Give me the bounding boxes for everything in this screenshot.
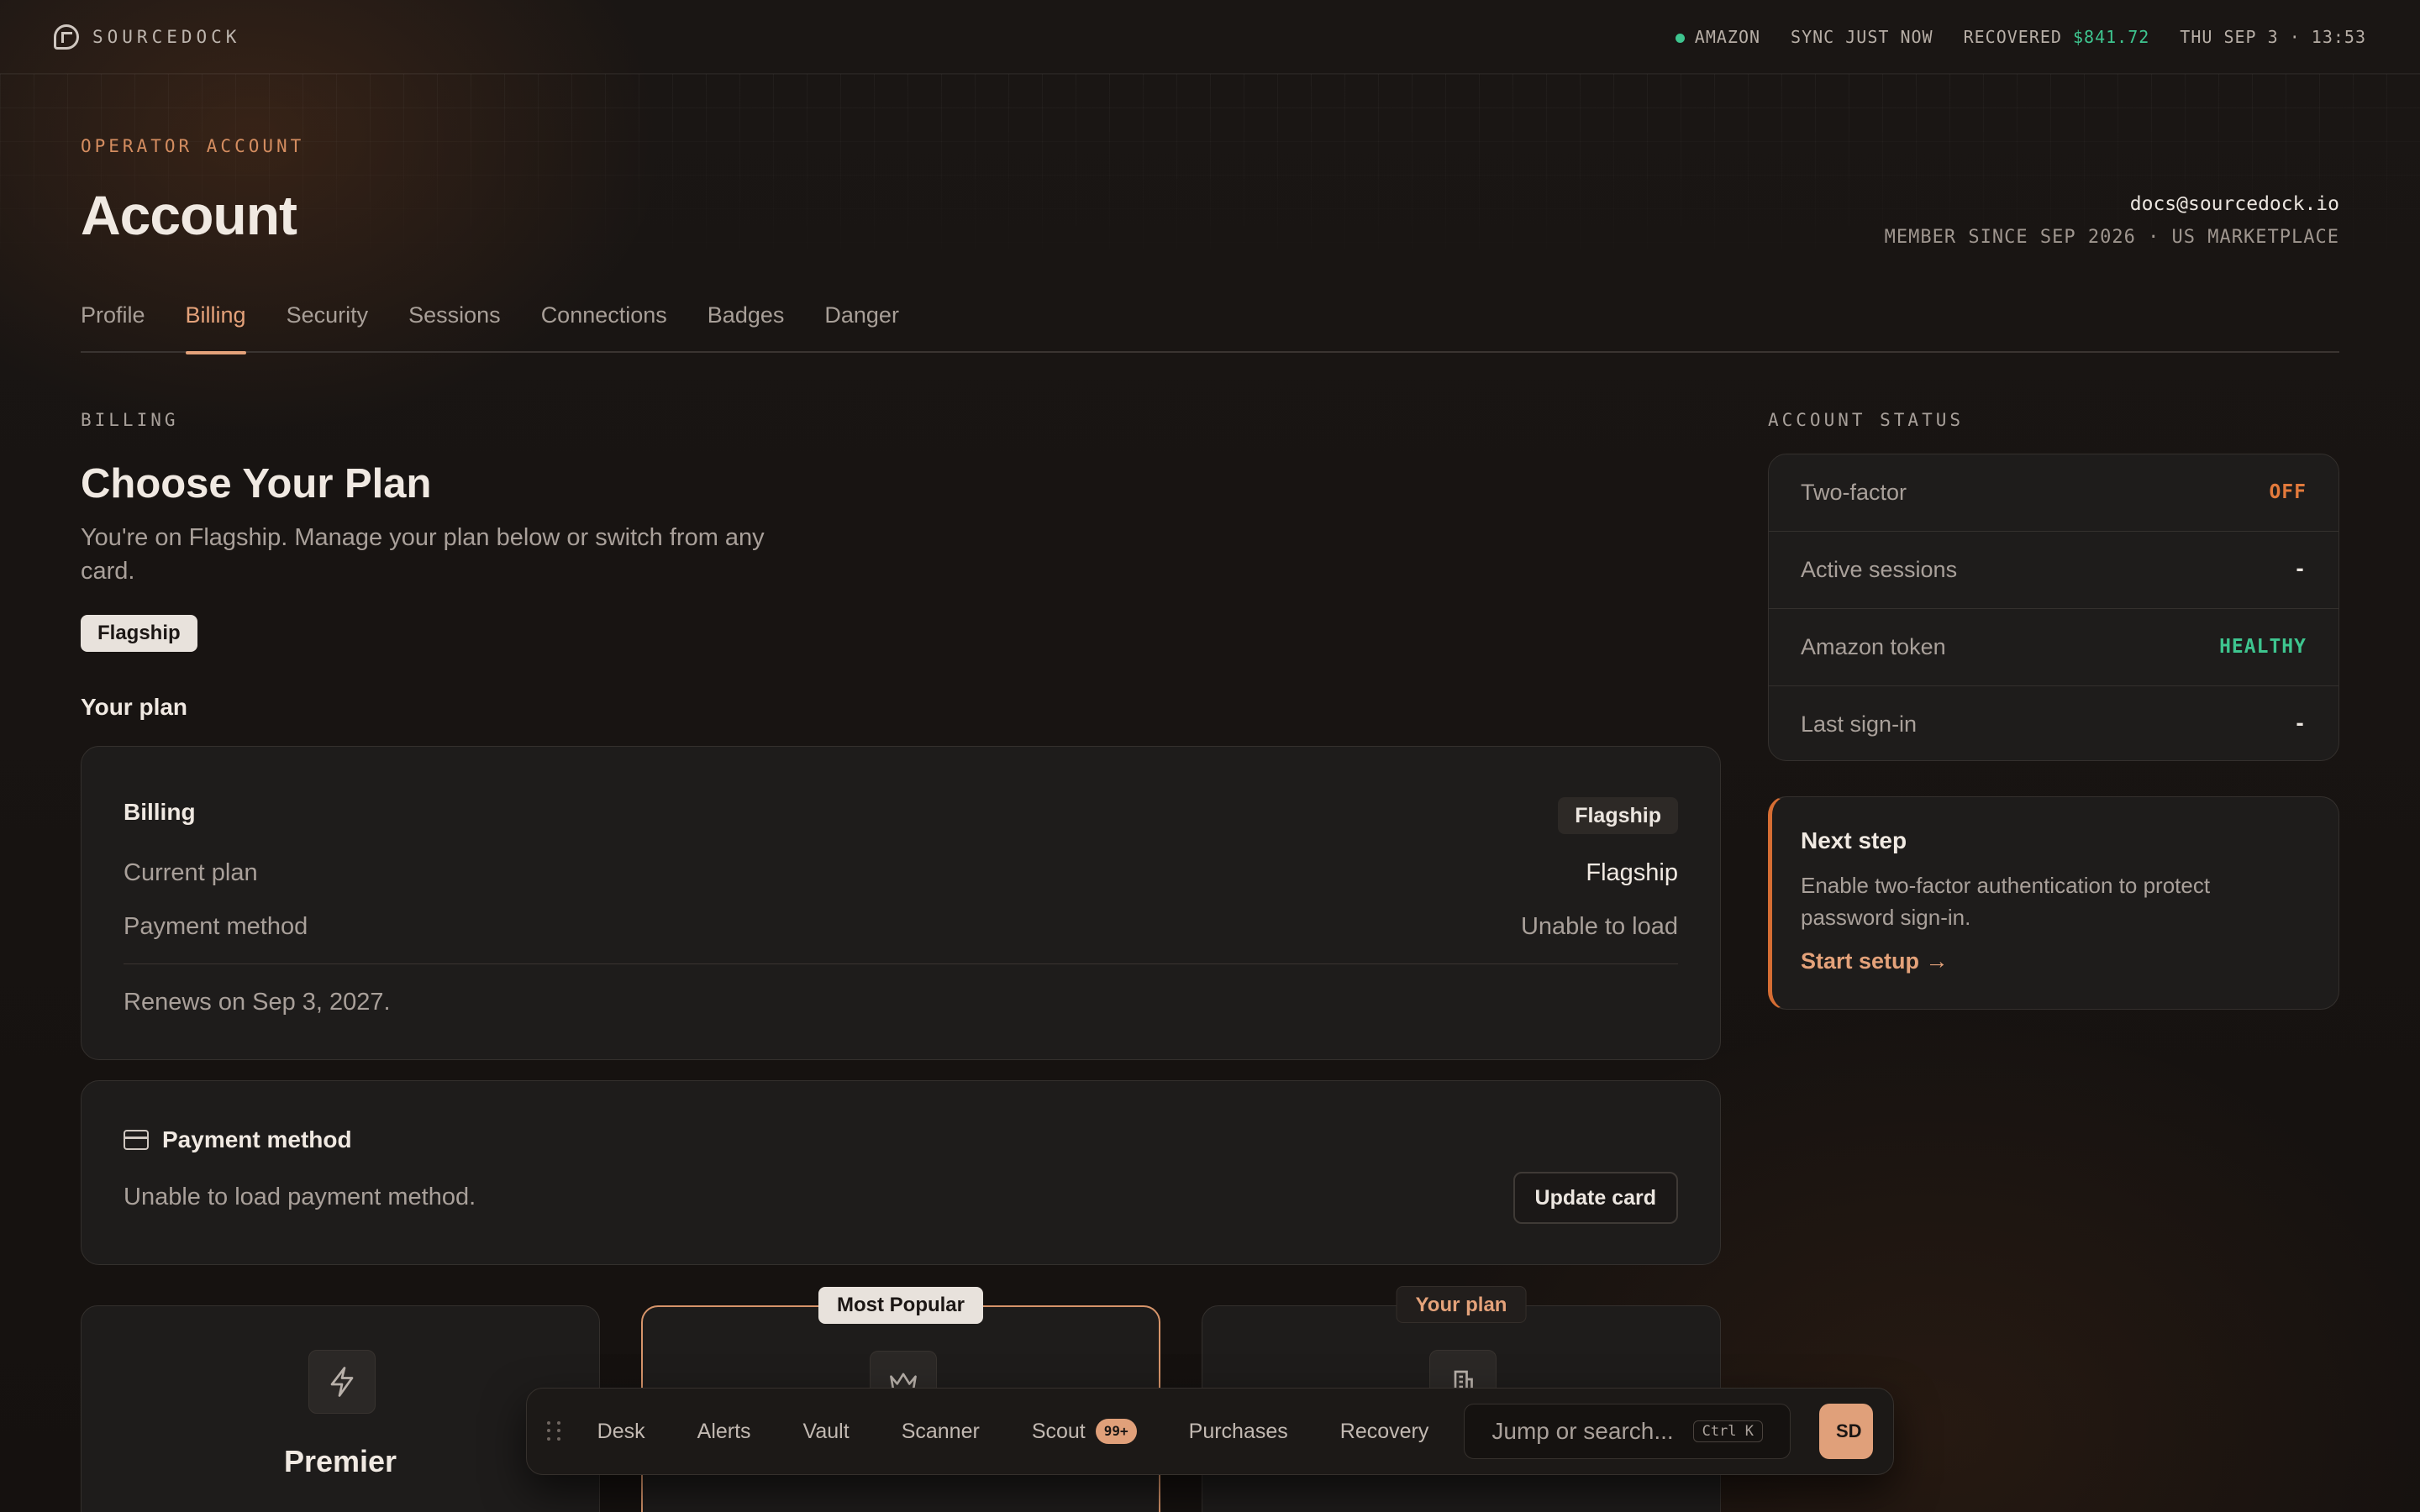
plan-subtext: You're on Flagship. Manage your plan bel… [81,524,765,585]
payment-method-card: Payment method Unable to load payment me… [81,1080,1721,1265]
recovered-amount: RECOVERED $841.72 [1964,27,2150,47]
status-value: OFF [2269,481,2307,503]
status-label: Two-factor [1801,480,1907,505]
tab-danger[interactable]: Danger [824,296,899,353]
dock-item-purchases[interactable]: Purchases [1189,1420,1288,1444]
page-title: Account [81,184,297,246]
account-email: docs@sourcedock.io [2129,193,2339,215]
status-label: Last sign-in [1801,711,1918,737]
status-label: Active sessions [1801,557,1958,582]
next-step-title: Next step [1801,827,1907,853]
plan-badge: Flagship [1558,797,1678,834]
recovered-label: RECOVERED [1963,26,2062,47]
dock-item-desk[interactable]: Desk [597,1420,645,1444]
tab-sessions[interactable]: Sessions [408,296,501,353]
current-plan-label: Current plan [124,859,258,886]
status-value: - [2294,713,2307,735]
tab-connections[interactable]: Connections [541,296,667,353]
status-row-active-sessions: Active sessions - [1769,532,2338,609]
status-row-last-sign-in: Last sign-in - [1769,686,2338,764]
billing-section-label: BILLING [81,410,179,430]
dock-item-recovery[interactable]: Recovery [1340,1420,1429,1444]
current-plan-value: Flagship [1586,859,1678,886]
payment-method-label: Payment method [124,913,308,940]
top-bar: SOURCEDOCK AMAZON SYNC JUST NOW RECOVERE… [0,0,2420,74]
most-popular-badge: Most Popular [818,1287,984,1324]
payment-method-value: Unable to load [1520,913,1678,940]
account-tabs: Profile Billing Security Sessions Connec… [81,296,2339,354]
dock-item-scanner[interactable]: Scanner [902,1420,980,1444]
status-row-two-factor: Two-factor OFF [1769,454,2338,532]
renewal-date: Renews on Sep 3, 2027. [124,989,391,1016]
current-plan-pill: Flagship [81,615,197,652]
your-plan-badge: Your plan [1396,1286,1527,1323]
account-status-label: ACCOUNT STATUS [1768,410,1965,430]
payment-method-title: Payment method [162,1126,352,1152]
background-grid [0,74,2420,284]
next-step-text: Enable two-factor authentication to prot… [1801,873,2211,930]
dock-item-label: Scout [1031,1419,1086,1443]
scout-count-badge: 99+ [1095,1419,1137,1444]
status-label: Amazon token [1801,634,1946,659]
top-status: AMAZON SYNC JUST NOW RECOVERED $841.72 T… [1675,26,2366,47]
dock-item-alerts[interactable]: Alerts [697,1420,751,1444]
recovered-value: $841.72 [2073,26,2150,47]
dock-item-scout[interactable]: Scout 99+ [1032,1419,1137,1444]
plan-heading: Choose Your Plan [81,461,432,507]
marketplace-label: AMAZON [1694,26,1761,47]
update-card-button[interactable]: Update card [1512,1172,1678,1224]
account-meta: docs@sourcedock.io MEMBER SINCE SEP 2026… [1885,193,2339,248]
tab-security[interactable]: Security [287,296,369,353]
status-dot-icon [1675,33,1685,43]
billing-card: Billing Flagship Current plan Flagship P… [81,746,1721,1060]
plan-card-premier[interactable]: Premier [81,1305,600,1512]
brand[interactable]: SOURCEDOCK [54,24,240,50]
member-since: MEMBER SINCE SEP 2026 · US MARKETPLACE [1884,227,2339,248]
status-value: HEALTHY [2219,636,2307,658]
start-setup-link[interactable]: Start setup → [1801,948,1949,974]
lightning-icon [308,1350,376,1414]
command-dock: Desk Alerts Vault Scanner Scout 99+ Purc… [526,1388,1894,1475]
payment-method-message: Unable to load payment method. [124,1184,476,1210]
datetime: THU SEP 3 · 13:53 [2180,26,2366,47]
status-row-amazon-token: Amazon token HEALTHY [1769,609,2338,686]
avatar[interactable]: SD [1819,1404,1873,1459]
shortcut-hint: Ctrl K [1692,1420,1763,1442]
search-placeholder: Jump or search... [1491,1418,1674,1444]
account-status-card: Two-factor OFF Active sessions - Amazon … [1768,454,2339,761]
plan-name: Premier [283,1444,397,1478]
page-eyebrow: OPERATOR ACCOUNT [81,136,305,156]
tab-profile[interactable]: Profile [81,296,145,353]
dock-item-vault[interactable]: Vault [803,1420,850,1444]
next-step-card: Next step Enable two-factor authenticati… [1768,796,2339,1010]
brand-name: SOURCEDOCK [92,26,241,47]
credit-card-icon [124,1130,149,1150]
tab-billing[interactable]: Billing [185,296,246,354]
your-plan-label: Your plan [81,694,188,720]
sd-logo-icon [54,24,79,50]
sync-status: SYNC JUST NOW [1791,26,1933,47]
tab-badges[interactable]: Badges [708,296,785,353]
status-value: - [2294,559,2307,580]
billing-card-title: Billing [124,799,196,825]
jump-search-input[interactable]: Jump or search... Ctrl K [1464,1404,1791,1459]
marketplace-status: AMAZON [1675,26,1761,47]
drag-handle-icon[interactable] [547,1421,564,1441]
divider [124,963,1678,964]
